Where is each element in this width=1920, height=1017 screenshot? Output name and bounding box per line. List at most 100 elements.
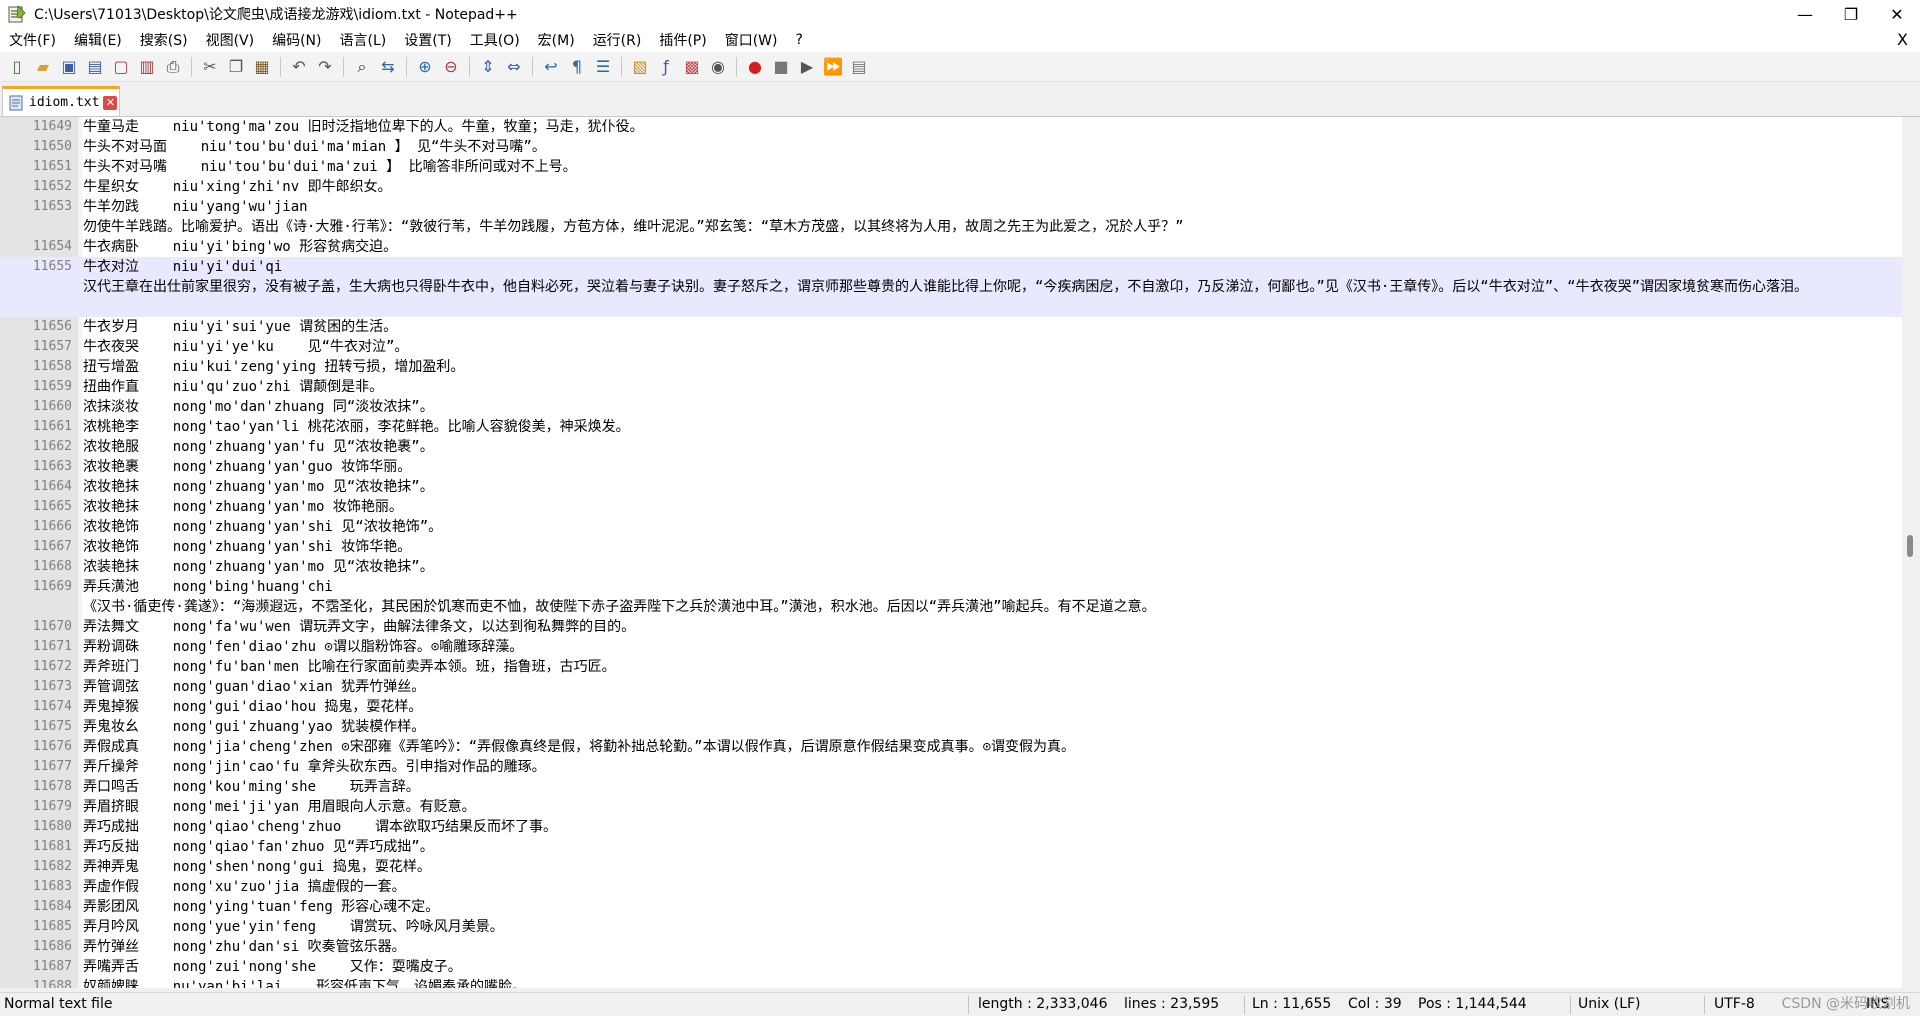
editor-line[interactable]: 11676 弄假成真 nong'jia'cheng'zhen ⊙宋邵雍《弄笔吟》：… — [0, 737, 1902, 757]
editor-line[interactable]: 11667 浓妆艳饰 nong'zhuang'yan'shi 妆饰华艳。 — [0, 537, 1902, 557]
line-number: 11682 — [32, 859, 72, 874]
editor-line[interactable]: 11656 牛衣岁月 niu'yi'sui'yue 谓贫困的生活。 — [0, 317, 1902, 337]
editor-line[interactable]: 11687 弄嘴弄舌 nong'zui'nong'she 又作：耍嘴皮子。 — [0, 957, 1902, 977]
watermark: CSDN @米码收割机 — [1781, 996, 1910, 1012]
menu-edit[interactable]: 编辑(E) — [65, 30, 131, 50]
word-wrap-icon[interactable]: ↩ — [540, 56, 562, 78]
open-file-icon[interactable]: ▰ — [32, 56, 54, 78]
editor-line[interactable]: 11662 浓妆艳服 nong'zhuang'yan'fu 见“浓妆艳裹”。 — [0, 437, 1902, 457]
editor-line[interactable]: 11670 弄法舞文 nong'fa'wu'wen 谓玩弄文字，曲解法律条文，以达… — [0, 617, 1902, 637]
find-icon[interactable]: ⌕ — [351, 56, 373, 78]
close-all-icon[interactable]: ▥ — [136, 56, 158, 78]
print-icon[interactable]: ⎙ — [162, 56, 184, 78]
stop-record-icon[interactable]: ■ — [770, 56, 792, 78]
undo-icon[interactable]: ↶ — [288, 56, 310, 78]
editor-line[interactable]: 11688 奴颜婢睐 nu'yan'bi'lai 形容低声下气、谄媚奉承的嘴脸。 — [0, 977, 1902, 988]
folder-as-workspace-icon[interactable]: ▩ — [681, 56, 703, 78]
menu-settings[interactable]: 设置(T) — [395, 30, 460, 50]
editor-line[interactable]: 11679 弄眉挤眼 nong'mei'ji'yan 用眉眼向人示意。有贬意。 — [0, 797, 1902, 817]
editor-line[interactable]: 11665 浓妆艳抹 nong'zhuang'yan'mo 妆饰艳丽。 — [0, 497, 1902, 517]
close-document-button[interactable]: X — [1897, 28, 1908, 52]
replace-icon[interactable]: ⇆ — [377, 56, 399, 78]
menu-help[interactable]: ? — [787, 32, 812, 48]
editor-line[interactable]: 11685 弄月吟风 nong'yue'yin'feng 谓赏玩、吟咏风月美景。 — [0, 917, 1902, 937]
monitoring-icon[interactable]: ◉ — [707, 56, 729, 78]
play-macro-icon[interactable]: ▶ — [796, 56, 818, 78]
run-macro-multiple-icon[interactable]: ⏩ — [822, 56, 844, 78]
menu-plugins[interactable]: 插件(P) — [650, 30, 715, 50]
status-eol-format[interactable]: Unix (LF) — [1578, 993, 1641, 1017]
menu-tools[interactable]: 工具(O) — [461, 30, 529, 50]
menu-view[interactable]: 视图(V) — [197, 30, 264, 50]
window-close-button[interactable]: ✕ — [1874, 0, 1920, 28]
zoom-in-icon[interactable]: ⊕ — [414, 56, 436, 78]
editor-line[interactable]: 11675 弄鬼妆幺 nong'gui'zhuang'yao 犹装模作样。 — [0, 717, 1902, 737]
menu-file[interactable]: 文件(F) — [0, 30, 65, 50]
save-all-icon[interactable]: ▤ — [84, 56, 106, 78]
editor-line[interactable]: 11668 浓装艳抹 nong'zhuang'yan'mo 见“浓妆艳抹”。 — [0, 557, 1902, 577]
editor-line[interactable]: 11661 浓桃艳李 nong'tao'yan'li 桃花浓丽，李花鲜艳。比喻人容… — [0, 417, 1902, 437]
save-icon[interactable]: ▣ — [58, 56, 80, 78]
editor-line[interactable]: 11673 弄管调弦 nong'guan'diao'xian 犹弄竹弹丝。 — [0, 677, 1902, 697]
editor-line[interactable]: 11671 弄粉调硃 nong'fen'diao'zhu ⊙谓以脂粉饰容。⊙喻雕琢… — [0, 637, 1902, 657]
menu-window[interactable]: 窗口(W) — [716, 30, 787, 50]
menu-run[interactable]: 运行(R) — [584, 30, 651, 50]
scrollbar-thumb[interactable] — [1907, 535, 1913, 557]
editor-line[interactable]: 11650 牛头不对马面 niu'tou'bu'dui'ma'mian 】 见“牛… — [0, 137, 1902, 157]
tab-idiom-txt[interactable]: idiom.txt ✕ — [2, 86, 120, 116]
line-text: 弄管调弦 nong'guan'diao'xian 犹弄竹弹丝。 — [83, 679, 426, 695]
copy-icon[interactable]: ❐ — [225, 56, 247, 78]
close-icon[interactable]: ▢ — [110, 56, 132, 78]
save-macro-icon[interactable]: ▤ — [848, 56, 870, 78]
sync-h-icon[interactable]: ⇔ — [503, 56, 525, 78]
zoom-out-icon[interactable]: ⊖ — [440, 56, 462, 78]
show-all-chars-icon[interactable]: ¶ — [566, 56, 588, 78]
indent-guide-icon[interactable]: ☰ — [592, 56, 614, 78]
line-number: 11683 — [32, 879, 72, 894]
editor-line[interactable]: 11682 弄神弄鬼 nong'shen'nong'gui 捣鬼，耍花样。 — [0, 857, 1902, 877]
minimize-button[interactable]: — — [1782, 0, 1828, 28]
editor-line[interactable]: 11684 弄影团风 nong'ying'tuan'feng 形容心魂不定。 — [0, 897, 1902, 917]
tab-close-icon[interactable]: ✕ — [103, 95, 118, 110]
function-list-icon[interactable]: ƒ — [655, 56, 677, 78]
editor-line[interactable]: 11664 浓妆艳抹 nong'zhuang'yan'mo 见“浓妆艳抹”。 — [0, 477, 1902, 497]
doc-map-icon[interactable]: ▧ — [629, 56, 651, 78]
editor-line[interactable]: 11652 牛星织女 niu'xing'zhi'nv 即牛郎织女。 — [0, 177, 1902, 197]
cut-icon[interactable]: ✂ — [199, 56, 221, 78]
line-number: 11684 — [32, 899, 72, 914]
editor-line[interactable]: 11658 扭亏增盈 niu'kui'zeng'ying 扭转亏损，增加盈利。 — [0, 357, 1902, 377]
record-macro-icon[interactable]: ● — [744, 56, 766, 78]
editor-line[interactable]: 11655 牛衣对泣 niu'yi'dui'qi 汉代王章在出仕前家里很穷，没有被… — [0, 257, 1902, 317]
editor-line[interactable]: 11674 弄鬼掉猴 nong'gui'diao'hou 捣鬼，耍花样。 — [0, 697, 1902, 717]
new-file-icon[interactable]: ▯ — [6, 56, 28, 78]
restore-button[interactable]: ❐ — [1828, 0, 1874, 28]
editor-line[interactable]: 11677 弄斤操斧 nong'jin'cao'fu 拿斧头砍东西。引申指对作品的… — [0, 757, 1902, 777]
editor-line[interactable]: 11660 浓抹淡妆 nong'mo'dan'zhuang 同“淡妆浓抹”。 — [0, 397, 1902, 417]
editor-line[interactable]: 11653 牛羊勿践 niu'yang'wu'jian 勿使牛羊践踏。比喻爱护。语… — [0, 197, 1902, 237]
editor-line[interactable]: 11686 弄竹弹丝 nong'zhu'dan'si 吹奏管弦乐器。 — [0, 937, 1902, 957]
redo-icon[interactable]: ↷ — [314, 56, 336, 78]
status-encoding[interactable]: UTF-8 — [1714, 993, 1755, 1017]
editor-line[interactable]: 11659 扭曲作直 niu'qu'zuo'zhi 谓颠倒是非。 — [0, 377, 1902, 397]
menu-encoding[interactable]: 编码(N) — [263, 30, 330, 50]
editor-line[interactable]: 11678 弄口鸣舌 nong'kou'ming'she 玩弄言辞。 — [0, 777, 1902, 797]
editor-line[interactable]: 11672 弄斧班门 nong'fu'ban'men 比喻在行家面前卖弄本领。班，… — [0, 657, 1902, 677]
menu-search[interactable]: 搜索(S) — [131, 30, 197, 50]
editor-line[interactable]: 11680 弄巧成拙 nong'qiao'cheng'zhuo 谓本欲取巧结果反而… — [0, 817, 1902, 837]
editor-line[interactable]: 11651 牛头不对马嘴 niu'tou'bu'dui'ma'zui 】 比喻答非… — [0, 157, 1902, 177]
sync-v-icon[interactable]: ⇕ — [477, 56, 499, 78]
menu-macro[interactable]: 宏(M) — [529, 30, 584, 50]
editor-line[interactable]: 11657 牛衣夜哭 niu'yi'ye'ku 见“牛衣对泣”。 — [0, 337, 1902, 357]
vertical-scrollbar[interactable] — [1902, 117, 1920, 988]
editor-line[interactable]: 11649 牛童马走 niu'tong'ma'zou 旧时泛指地位卑下的人。牛童，… — [0, 117, 1902, 137]
editor-line[interactable]: 11681 弄巧反拙 nong'qiao'fan'zhuo 见“弄巧成拙”。 — [0, 837, 1902, 857]
editor-line[interactable]: 11683 弄虚作假 nong'xu'zuo'jia 搞虚假的一套。 — [0, 877, 1902, 897]
menu-language[interactable]: 语言(L) — [331, 30, 396, 50]
text-editor[interactable]: 11649 牛童马走 niu'tong'ma'zou 旧时泛指地位卑下的人。牛童，… — [0, 117, 1902, 988]
editor-line[interactable]: 11669 弄兵潢池 nong'bing'huang'chi 《汉书·循吏传·龚遂… — [0, 577, 1902, 617]
editor-line[interactable]: 11666 浓妆艳饰 nong'zhuang'yan'shi 见“浓妆艳饰”。 — [0, 517, 1902, 537]
editor-line[interactable]: 11663 浓妆艳裹 nong'zhuang'yan'guo 妆饰华丽。 — [0, 457, 1902, 477]
editor-line[interactable]: 11654 牛衣病卧 niu'yi'bing'wo 形容贫病交迫。 — [0, 237, 1902, 257]
line-text: 牛衣病卧 niu'yi'bing'wo 形容贫病交迫。 — [83, 239, 398, 255]
paste-icon[interactable]: ▦ — [251, 56, 273, 78]
